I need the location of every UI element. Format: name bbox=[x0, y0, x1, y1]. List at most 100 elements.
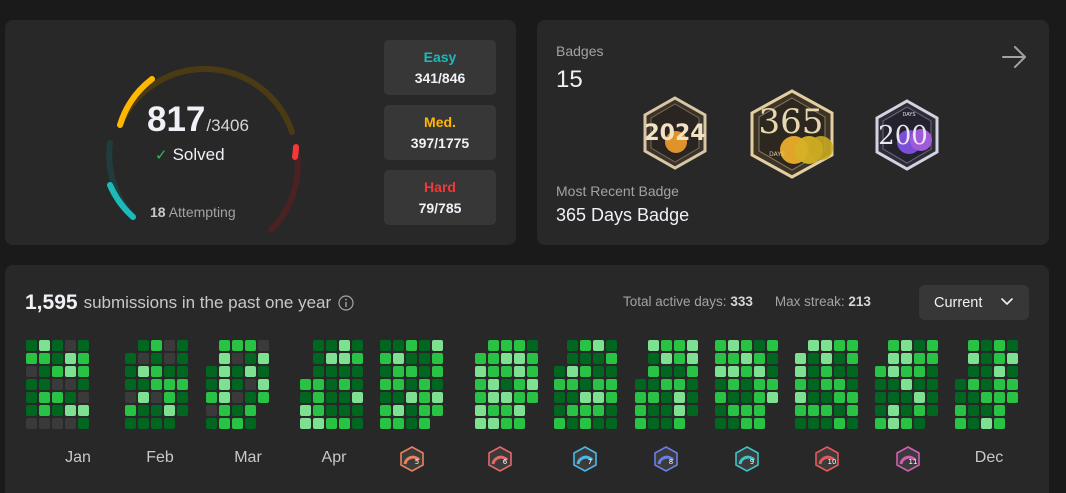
activity-cell[interactable] bbox=[232, 379, 243, 390]
activity-cell[interactable] bbox=[955, 379, 966, 390]
arrow-right-icon[interactable] bbox=[999, 42, 1029, 72]
activity-cell[interactable] bbox=[65, 353, 76, 364]
activity-cell[interactable] bbox=[715, 392, 726, 403]
activity-cell[interactable] bbox=[406, 353, 417, 364]
activity-cell[interactable] bbox=[393, 379, 404, 390]
activity-cell[interactable] bbox=[514, 418, 525, 429]
activity-cell[interactable] bbox=[245, 392, 256, 403]
activity-cell[interactable] bbox=[994, 340, 1005, 351]
activity-cell[interactable] bbox=[767, 392, 778, 403]
activity-cell[interactable] bbox=[419, 392, 430, 403]
activity-cell[interactable] bbox=[635, 392, 646, 403]
activity-cell[interactable] bbox=[326, 366, 337, 377]
activity-cell[interactable] bbox=[501, 379, 512, 390]
activity-cell[interactable] bbox=[847, 418, 858, 429]
activity-cell[interactable] bbox=[674, 379, 685, 390]
activity-cell[interactable] bbox=[352, 405, 363, 416]
activity-cell[interactable] bbox=[927, 405, 938, 416]
activity-cell[interactable] bbox=[488, 418, 499, 429]
activity-cell[interactable] bbox=[914, 418, 925, 429]
activity-cell[interactable] bbox=[258, 353, 269, 364]
activity-cell[interactable] bbox=[741, 379, 752, 390]
activity-cell[interactable] bbox=[821, 379, 832, 390]
activity-cell[interactable] bbox=[232, 366, 243, 377]
activity-cell[interactable] bbox=[661, 418, 672, 429]
activity-cell[interactable] bbox=[393, 366, 404, 377]
activity-cell[interactable] bbox=[580, 392, 591, 403]
activity-cell[interactable] bbox=[888, 392, 899, 403]
activity-cell[interactable] bbox=[78, 366, 89, 377]
activity-cell[interactable] bbox=[380, 405, 391, 416]
activity-cell[interactable] bbox=[258, 366, 269, 377]
easy-stat[interactable]: Easy 341/846 bbox=[384, 40, 496, 95]
activity-cell[interactable] bbox=[914, 392, 925, 403]
activity-cell[interactable] bbox=[927, 340, 938, 351]
activity-cell[interactable] bbox=[754, 392, 765, 403]
activity-cell[interactable] bbox=[1007, 353, 1018, 364]
activity-cell[interactable] bbox=[875, 418, 886, 429]
activity-cell[interactable] bbox=[795, 366, 806, 377]
activity-cell[interactable] bbox=[981, 366, 992, 377]
activity-cell[interactable] bbox=[219, 379, 230, 390]
activity-cell[interactable] bbox=[352, 340, 363, 351]
activity-cell[interactable] bbox=[125, 366, 136, 377]
activity-cell[interactable] bbox=[968, 392, 979, 403]
activity-cell[interactable] bbox=[593, 366, 604, 377]
activity-cell[interactable] bbox=[847, 340, 858, 351]
activity-cell[interactable] bbox=[245, 366, 256, 377]
activity-cell[interactable] bbox=[847, 392, 858, 403]
activity-cell[interactable] bbox=[164, 340, 175, 351]
activity-cell[interactable] bbox=[352, 418, 363, 429]
monthly-badge-icon[interactable]: 7 bbox=[572, 446, 598, 472]
activity-cell[interactable] bbox=[741, 418, 752, 429]
activity-cell[interactable] bbox=[138, 366, 149, 377]
activity-cell[interactable] bbox=[177, 379, 188, 390]
activity-cell[interactable] bbox=[606, 379, 617, 390]
medium-stat[interactable]: Med. 397/1775 bbox=[384, 105, 496, 160]
activity-cell[interactable] bbox=[352, 379, 363, 390]
activity-cell[interactable] bbox=[968, 366, 979, 377]
activity-cell[interactable] bbox=[648, 405, 659, 416]
activity-cell[interactable] bbox=[488, 405, 499, 416]
activity-cell[interactable] bbox=[39, 418, 50, 429]
activity-cell[interactable] bbox=[339, 379, 350, 390]
activity-cell[interactable] bbox=[419, 418, 430, 429]
activity-cell[interactable] bbox=[834, 392, 845, 403]
activity-cell[interactable] bbox=[527, 340, 538, 351]
activity-cell[interactable] bbox=[206, 405, 217, 416]
activity-cell[interactable] bbox=[808, 353, 819, 364]
activity-cell[interactable] bbox=[606, 405, 617, 416]
activity-cell[interactable] bbox=[875, 366, 886, 377]
activity-cell[interactable] bbox=[687, 353, 698, 364]
activity-cell[interactable] bbox=[968, 340, 979, 351]
activity-cell[interactable] bbox=[741, 405, 752, 416]
activity-cell[interactable] bbox=[313, 353, 324, 364]
activity-cell[interactable] bbox=[475, 366, 486, 377]
activity-cell[interactable] bbox=[339, 418, 350, 429]
badge-2024-icon[interactable]: 2024 bbox=[641, 95, 709, 171]
activity-cell[interactable] bbox=[554, 405, 565, 416]
activity-cell[interactable] bbox=[674, 418, 685, 429]
activity-cell[interactable] bbox=[380, 418, 391, 429]
activity-cell[interactable] bbox=[648, 392, 659, 403]
activity-cell[interactable] bbox=[258, 392, 269, 403]
activity-cell[interactable] bbox=[488, 379, 499, 390]
activity-cell[interactable] bbox=[406, 392, 417, 403]
activity-cell[interactable] bbox=[661, 392, 672, 403]
activity-cell[interactable] bbox=[994, 405, 1005, 416]
activity-cell[interactable] bbox=[26, 379, 37, 390]
activity-cell[interactable] bbox=[78, 340, 89, 351]
activity-cell[interactable] bbox=[65, 340, 76, 351]
activity-cell[interactable] bbox=[245, 340, 256, 351]
activity-cell[interactable] bbox=[432, 392, 443, 403]
activity-cell[interactable] bbox=[326, 340, 337, 351]
activity-cell[interactable] bbox=[313, 392, 324, 403]
activity-cell[interactable] bbox=[406, 379, 417, 390]
activity-cell[interactable] bbox=[715, 379, 726, 390]
activity-cell[interactable] bbox=[901, 418, 912, 429]
activity-cell[interactable] bbox=[245, 353, 256, 364]
activity-cell[interactable] bbox=[554, 392, 565, 403]
activity-cell[interactable] bbox=[514, 353, 525, 364]
activity-cell[interactable] bbox=[834, 418, 845, 429]
activity-cell[interactable] bbox=[125, 379, 136, 390]
